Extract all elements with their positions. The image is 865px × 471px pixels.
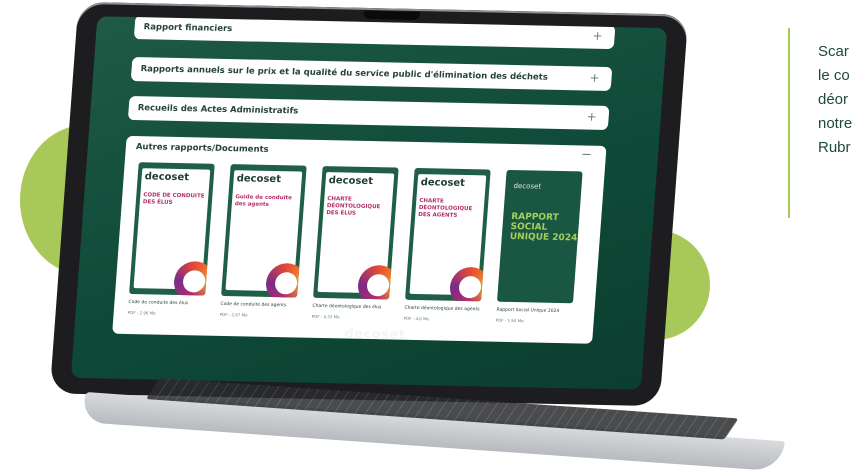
cover-title: CHARTE DÉONTOLOGIQUE DES AGENTS: [418, 198, 473, 219]
document-meta: PDF - 2,96 Mo: [127, 309, 156, 316]
accent-divider: [788, 28, 790, 218]
side-paragraph: Scar le co déor notre Rubr: [818, 40, 865, 160]
document-card[interactable]: decoset CHARTE DÉONTOLOGIQUE DES AGENTS …: [403, 167, 492, 322]
accordion-autres-rapports: Autres rapports/Documents − decoset CODE…: [112, 135, 607, 344]
side-text-line: Scar: [818, 43, 849, 60]
footer-logo: decoset: [343, 326, 407, 343]
side-text-line: Rubr: [818, 139, 851, 156]
document-card[interactable]: decoset CHARTE DÉONTOLOGIQUE DES ÉLUS Ch…: [312, 166, 401, 320]
document-cover[interactable]: decoset CHARTE DÉONTOLOGIQUE DES ÉLUS: [313, 166, 399, 300]
accordion-label: Rapport financiers: [143, 22, 233, 35]
cover-brand: decoset: [328, 175, 374, 188]
document-card[interactable]: decoset CODE DE CONDUITE DES ÉLUS Code d…: [128, 162, 217, 316]
side-text-line: notre: [818, 115, 853, 132]
camera-notch: [363, 10, 421, 21]
accordion-label: Rapports annuels sur le prix et la quali…: [140, 64, 549, 83]
document-meta: PDF - 2,67 Mo: [219, 311, 248, 318]
accordion-rapport-financiers[interactable]: Rapport financiers +: [133, 16, 616, 50]
document-cover[interactable]: decoset CHARTE DÉONTOLOGIQUE DES AGENTS: [405, 167, 491, 302]
cover-brand: decoset: [513, 182, 542, 191]
accordion-recueils-actes[interactable]: Recueils des Actes Administratifs +: [127, 95, 610, 130]
cover-title: RAPPORT SOCIAL UNIQUE 2024: [509, 211, 578, 244]
laptop-screen: Rapport financiers + Rapports annuels su…: [70, 16, 668, 390]
document-cover[interactable]: decoset Guide de conduite des agents: [221, 164, 307, 298]
document-meta: PDF - 1,93 Mo: [495, 317, 524, 324]
laptop-lid: Rapport financiers + Rapports annuels su…: [49, 1, 689, 407]
cover-brand: decoset: [144, 171, 190, 184]
accordion-rapports-annuels[interactable]: Rapports annuels sur le prix et la quali…: [130, 57, 613, 92]
document-title[interactable]: Charte déontologique des élus: [312, 304, 390, 311]
document-title[interactable]: Code de conduite des élus: [128, 300, 206, 307]
document-meta: PDF - 4,6 Mo: [403, 315, 430, 322]
document-meta: PDF - 4,33 Mo: [311, 313, 340, 320]
cover-brand: decoset: [236, 173, 282, 186]
cover-brand: decoset: [420, 177, 466, 189]
cover-title: CODE DE CONDUITE DES ÉLUS: [142, 192, 205, 206]
document-cover[interactable]: decoset RAPPORT SOCIAL UNIQUE 2024: [497, 169, 583, 304]
document-title[interactable]: Rapport Social Unique 2024: [496, 308, 574, 315]
accordion-label[interactable]: Autres rapports/Documents: [135, 142, 269, 155]
side-text-line: le co: [818, 67, 850, 84]
collapse-minus-icon[interactable]: −: [580, 147, 592, 162]
expand-plus-icon[interactable]: +: [589, 71, 600, 85]
document-title[interactable]: Code de conduite des agents: [220, 302, 298, 309]
cover-title: CHARTE DÉONTOLOGIQUE DES ÉLUS: [326, 196, 381, 217]
document-cover[interactable]: decoset CODE DE CONDUITE DES ÉLUS: [129, 162, 215, 296]
expand-plus-icon[interactable]: +: [586, 110, 597, 124]
cover-title: Guide de conduite des agents: [234, 194, 293, 208]
document-title[interactable]: Charte déontologique des agents: [404, 306, 482, 313]
accordion-label: Recueils des Actes Administratifs: [137, 103, 299, 117]
document-card[interactable]: decoset RAPPORT SOCIAL UNIQUE 2024 Rappo…: [495, 169, 584, 324]
side-text-line: déor: [818, 91, 849, 108]
expand-plus-icon[interactable]: +: [592, 29, 603, 43]
document-card[interactable]: decoset Guide de conduite des agents Cod…: [220, 164, 309, 318]
